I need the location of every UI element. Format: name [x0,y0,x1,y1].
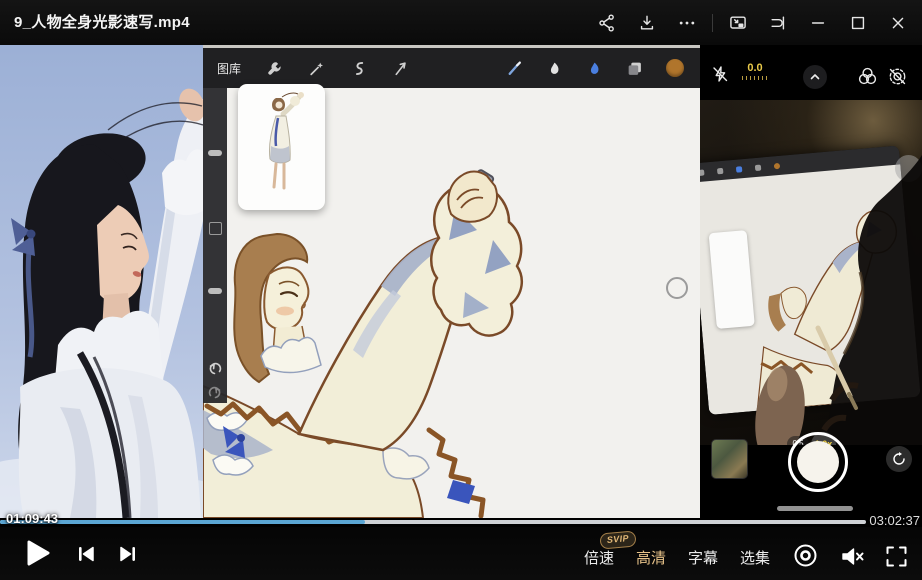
play-icon [17,534,55,572]
home-indicator [777,506,853,511]
download-button[interactable] [627,0,667,45]
brush-size-slider [208,150,222,156]
shutter-inner [797,441,839,483]
procreate-toolbar: 图库 [203,48,700,88]
shutter-button [788,432,848,492]
player-control-bar: 倍速 SVIP 高清 字幕 选集 [0,527,922,580]
download-icon [637,13,657,33]
live-photo-off-icon [887,66,908,87]
play-button[interactable] [17,534,55,572]
filters-icon [857,66,878,87]
hand-and-stylus [700,100,922,445]
reference-sketch-card [238,84,325,210]
color-swatch [666,59,684,77]
photo-art [0,45,203,518]
video-content[interactable]: 图库 [0,45,922,518]
photo-library-thumbnail [711,439,748,479]
exposure-control: 0.0 [740,62,770,80]
minimize-icon [808,13,828,33]
next-button[interactable] [116,542,140,566]
redo-icon [206,384,224,400]
more-button[interactable] [667,0,707,45]
camera-options-button [803,65,827,89]
camera-top-bar: 0.0 [700,45,922,100]
wrench-icon [266,60,283,77]
episodes-button[interactable]: 选集 [740,547,770,568]
record-circle-button[interactable] [792,542,819,569]
smudge-icon [546,60,563,77]
share-button[interactable] [587,0,627,45]
flip-camera-button [886,446,912,472]
total-time: 03:02:37 [869,513,920,528]
maximize-icon [848,13,868,33]
volume-button[interactable] [839,543,866,570]
close-button[interactable] [878,0,918,45]
quality-button[interactable]: 高清 [636,547,666,568]
reference-sketch [238,84,325,210]
maximize-button[interactable] [838,0,878,45]
selection-icon [350,60,367,77]
dock-side-button[interactable] [758,0,798,45]
more-icon [677,13,697,33]
titlebar-buttons [587,0,918,45]
previous-icon [74,542,98,566]
eraser-icon [586,60,603,77]
svip-badge: SVIP [599,530,636,549]
layers-icon [626,60,643,77]
titlebar[interactable]: 9_人物全身光影速写.mp4 [0,0,922,45]
current-time: 01:09:43 [6,511,58,526]
next-icon [116,542,140,566]
video-title: 9_人物全身光影速写.mp4 [14,0,190,45]
flip-camera-icon [891,451,907,467]
volume-muted-icon [839,543,866,570]
dock-side-icon [768,13,788,33]
undo-icon [206,360,224,376]
exposure-meter [742,76,768,80]
progress-bar[interactable] [0,517,922,527]
mini-player-icon [728,13,748,33]
drawing-figure [203,169,522,518]
chevron-up-icon [808,70,822,84]
transform-icon [392,60,409,77]
fullscreen-button[interactable] [883,543,910,570]
subtitle-button[interactable]: 字幕 [688,547,718,568]
mini-player-button[interactable] [718,0,758,45]
procreate-toolbar-right [506,59,700,77]
pointing-finger [749,362,810,445]
flash-off-icon [711,65,729,83]
share-icon [597,13,617,33]
reference-photo [0,45,203,518]
opacity-slider [208,288,222,294]
minimize-button[interactable] [798,0,838,45]
close-icon [888,13,908,33]
previous-button[interactable] [74,542,98,566]
brush-cursor [666,277,688,299]
speed-button[interactable]: 倍速 [584,547,614,568]
procreate-toolbar-left: 图库 [203,60,409,77]
record-circle-icon [792,542,819,569]
brush-icon [506,60,523,77]
phone-recording: 0.5 1.0x 电影效果 视频 照片 人像 全景 0.0 [700,45,922,518]
procreate-screen: 图库 [203,45,700,518]
modify-button [209,222,222,235]
exposure-value: 0.0 [740,62,770,74]
procreate-sidebar [203,88,227,403]
titlebar-divider [712,14,713,32]
video-player-window: 9_人物全身光影速写.mp4 [0,0,922,580]
fullscreen-icon [883,543,910,570]
procreate-gallery-label: 图库 [217,60,241,77]
camera-viewfinder: 0.5 1.0x 电影效果 视频 照片 人像 全景 [700,100,922,445]
adjustments-icon [308,60,325,77]
